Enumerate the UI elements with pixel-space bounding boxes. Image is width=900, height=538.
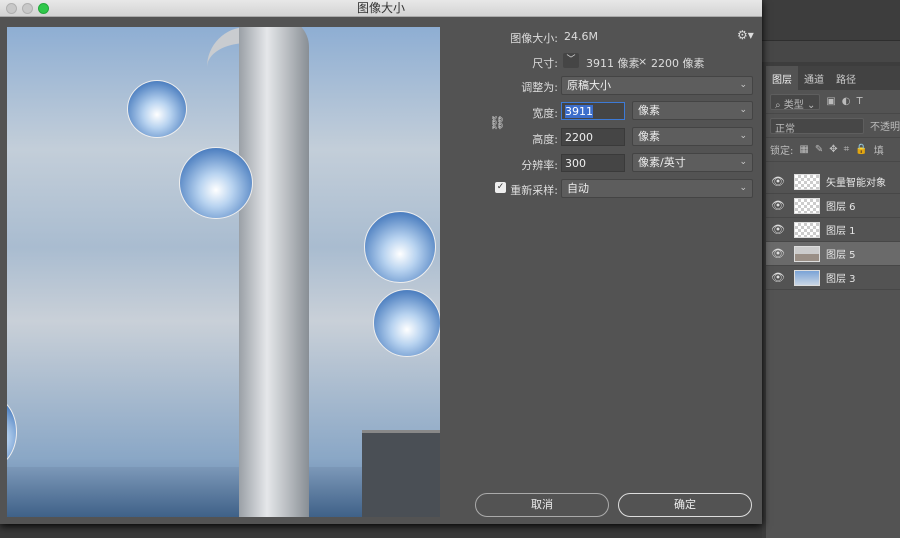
preview-arch xyxy=(239,27,309,517)
preview-sphere xyxy=(373,289,440,357)
dimensions-width: 3911 像素 xyxy=(586,57,640,70)
chevron-down-icon: ⌄ xyxy=(739,183,747,193)
layer-thumbnail xyxy=(794,173,820,190)
chevron-down-icon: ⌄ xyxy=(739,131,747,141)
layer-name: 图层 5 xyxy=(826,250,856,261)
resample-select[interactable]: 自动 ⌄ xyxy=(561,179,753,198)
eye-icon[interactable]: 👁 xyxy=(766,199,790,212)
lock-paint-icon[interactable]: ✎ xyxy=(815,144,823,155)
width-unit: 像素 xyxy=(638,104,660,117)
layer-name: 图层 3 xyxy=(826,274,856,285)
eye-icon[interactable]: 👁 xyxy=(766,175,790,188)
fit-to-label: 调整为: xyxy=(521,81,558,94)
width-unit-select[interactable]: 像素 ⌄ xyxy=(632,101,753,120)
layers-panel: 图层 通道 路径 ⌕ 类型 ⌄ ▣ ◐ T 正常 不透明 锁定: ▦ ✎ ✥ ⌗… xyxy=(766,66,900,538)
minimize-button[interactable] xyxy=(22,3,33,14)
height-unit: 像素 xyxy=(638,130,660,143)
layer-thumbnail xyxy=(794,197,820,214)
fit-to-value: 原稿大小 xyxy=(567,79,611,92)
image-size-dialog: 图像大小 图像大小: 24.6M ⚙▾ 尺寸: ﹀ 3911 像素 × 2200… xyxy=(0,0,762,524)
layer-row-selected[interactable]: 👁 图层 5 xyxy=(766,242,900,266)
height-label: 高度: xyxy=(532,133,558,146)
layer-name: 矢量智能对象 xyxy=(826,178,886,189)
title-bar: 图像大小 xyxy=(0,0,762,17)
layer-row[interactable]: 👁 图层 6 xyxy=(766,194,900,218)
resolution-unit-select[interactable]: 像素/英寸 ⌄ xyxy=(632,153,753,172)
resolution-input[interactable]: 300 xyxy=(561,154,625,172)
preview-sphere xyxy=(364,211,436,283)
resample-label: 重新采样: xyxy=(510,184,558,197)
opacity-label: 不透明 xyxy=(870,122,900,133)
dimensions-dropdown-chevron-icon[interactable]: ﹀ xyxy=(563,53,579,68)
fill-label: 填 xyxy=(873,146,884,157)
layer-row[interactable]: 👁 图层 1 xyxy=(766,218,900,242)
preview-sphere xyxy=(179,147,253,219)
resolution-label: 分辨率: xyxy=(521,159,558,172)
eye-icon[interactable]: 👁 xyxy=(766,271,790,284)
layer-name: 图层 6 xyxy=(826,202,856,213)
tab-layers[interactable]: 图层 xyxy=(766,66,798,90)
image-filter-icon[interactable]: ▣ xyxy=(826,96,835,107)
chevron-down-icon: ⌄ xyxy=(739,80,747,90)
image-size-value: 24.6M xyxy=(564,30,598,43)
lock-move-icon[interactable]: ✥ xyxy=(829,144,837,155)
resample-value: 自动 xyxy=(567,182,589,195)
tab-channels[interactable]: 通道 xyxy=(798,66,830,90)
lock-transparent-icon[interactable]: ▦ xyxy=(799,144,808,155)
resolution-unit: 像素/英寸 xyxy=(638,156,686,169)
filter-label: 类型 xyxy=(783,99,804,111)
eye-icon[interactable]: 👁 xyxy=(766,247,790,260)
zoom-button[interactable] xyxy=(38,3,49,14)
dimensions-height: 2200 像素 xyxy=(651,57,705,70)
layer-row[interactable]: 👁 图层 3 xyxy=(766,266,900,290)
image-size-label: 图像大小: xyxy=(510,32,558,45)
blend-mode-select[interactable]: 正常 xyxy=(770,117,864,135)
width-value: 3911 xyxy=(565,105,593,118)
chevron-down-icon: ⌄ xyxy=(739,157,747,167)
layer-thumbnail xyxy=(794,221,820,238)
type-filter-icon[interactable]: T xyxy=(857,96,863,107)
width-label: 宽度: xyxy=(532,107,558,120)
layer-name: 图层 1 xyxy=(826,226,856,237)
layer-thumbnail xyxy=(794,269,820,286)
chevron-down-icon: ⌄ xyxy=(739,105,747,115)
lock-label: 锁定: xyxy=(770,146,794,157)
preview-block xyxy=(362,430,440,517)
height-input[interactable]: 2200 xyxy=(561,128,625,146)
ok-button[interactable]: 确定 xyxy=(618,493,752,517)
adjustment-filter-icon[interactable]: ◐ xyxy=(842,96,851,107)
close-button[interactable] xyxy=(6,3,17,14)
image-preview[interactable] xyxy=(7,27,440,517)
dimensions-label: 尺寸: xyxy=(532,57,558,70)
preview-sphere xyxy=(7,397,17,467)
panel-strip xyxy=(762,40,900,62)
eye-icon[interactable]: 👁 xyxy=(766,223,790,236)
width-input[interactable]: 3911 xyxy=(561,102,625,120)
cancel-button[interactable]: 取消 xyxy=(475,493,609,517)
fit-to-select[interactable]: 原稿大小 ⌄ xyxy=(561,76,753,95)
lock-artboard-icon[interactable]: ⌗ xyxy=(844,144,850,155)
preview-sphere xyxy=(127,80,187,138)
tab-paths[interactable]: 路径 xyxy=(830,66,862,90)
height-unit-select[interactable]: 像素 ⌄ xyxy=(632,127,753,146)
gear-icon[interactable]: ⚙▾ xyxy=(737,28,754,42)
lock-all-icon[interactable]: 🔒 xyxy=(855,144,867,155)
filter-type-select[interactable]: ⌕ 类型 ⌄ xyxy=(770,93,821,111)
layer-thumbnail xyxy=(794,245,820,262)
layer-row[interactable]: 👁 矢量智能对象 xyxy=(766,170,900,194)
dimensions-times: × xyxy=(638,55,648,68)
dialog-title: 图像大小 xyxy=(356,1,405,15)
